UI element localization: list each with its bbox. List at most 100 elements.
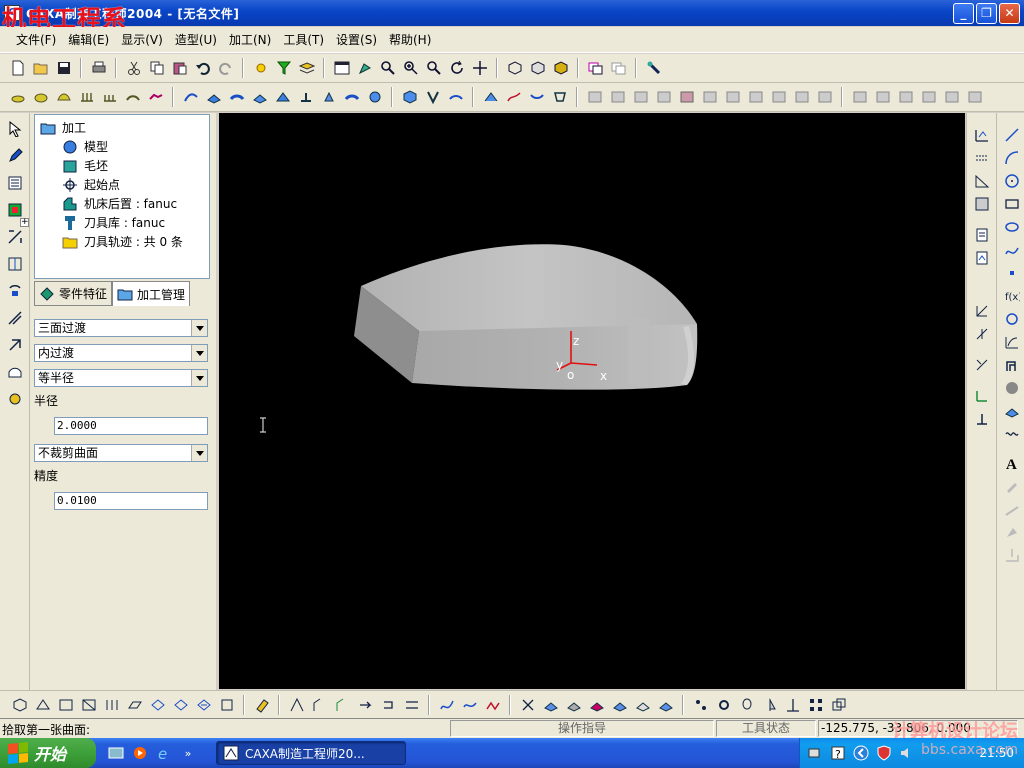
start-button[interactable]: 开始: [0, 738, 96, 768]
offset-curve-icon[interactable]: [1000, 353, 1023, 376]
curve-return-icon[interactable]: [377, 693, 400, 716]
machining-parallel-icon[interactable]: [652, 86, 675, 109]
machining-pencil-icon[interactable]: [721, 86, 744, 109]
view-left-icon[interactable]: [54, 693, 77, 716]
zoom-dynamic-icon[interactable]: [422, 57, 445, 80]
radius-mode-select[interactable]: 等半径: [34, 369, 208, 387]
rotate-transform-icon[interactable]: [3, 333, 26, 356]
text-insert-icon[interactable]: A: [1000, 451, 1023, 474]
menu-help[interactable]: 帮助(H): [383, 31, 437, 48]
restore-button[interactable]: ❐: [976, 3, 997, 24]
machining-simulation-icon[interactable]: [675, 86, 698, 109]
surface-fill-icon[interactable]: [363, 86, 386, 109]
select-arrow-icon[interactable]: [3, 117, 26, 140]
surface-revolve-icon[interactable]: [202, 86, 225, 109]
surface-point-icon[interactable]: [1000, 399, 1023, 422]
open-folder-icon[interactable]: [29, 57, 52, 80]
zoom-window-icon[interactable]: [376, 57, 399, 80]
paste-icon[interactable]: [168, 57, 191, 80]
chevron-down-icon[interactable]: [191, 320, 207, 336]
curve-surface-icon[interactable]: [502, 86, 525, 109]
tree-item-post-processor[interactable]: 机床后置 : fanuc: [38, 194, 206, 213]
plane-xz-icon[interactable]: [169, 693, 192, 716]
plane-switch-icon[interactable]: [192, 693, 215, 716]
trajectory-reverse-icon[interactable]: [940, 86, 963, 109]
scale-icon[interactable]: [3, 306, 26, 329]
curve-join-icon[interactable]: [970, 353, 993, 376]
circle-icon[interactable]: [1000, 169, 1023, 192]
zoom-in-icon[interactable]: [399, 57, 422, 80]
sketch-wave-icon[interactable]: [458, 693, 481, 716]
parameter-icon[interactable]: [3, 171, 26, 194]
sketch-pencil-icon[interactable]: [3, 144, 26, 167]
show-desktop-icon[interactable]: [106, 743, 126, 763]
translate-icon[interactable]: [3, 360, 26, 383]
point-icon[interactable]: [970, 123, 993, 146]
view-top-icon[interactable]: [31, 693, 54, 716]
tree-item-toolpath[interactable]: 刀具轨迹 : 共 0 条: [38, 232, 206, 251]
group-icon[interactable]: [689, 693, 712, 716]
surface-render-icon[interactable]: [562, 693, 585, 716]
formula-curve-icon[interactable]: f(x): [1000, 284, 1023, 307]
rotate-icon[interactable]: [445, 57, 468, 80]
rectangle-icon[interactable]: [1000, 192, 1023, 215]
menu-file[interactable]: 文件(F): [10, 31, 62, 48]
tree-item-stock[interactable]: 毛坯: [38, 156, 206, 175]
mirror-icon[interactable]: [3, 252, 26, 275]
line-tool-icon[interactable]: [970, 146, 993, 169]
minimize-button[interactable]: _: [953, 3, 974, 24]
curve-offset-icon[interactable]: [331, 693, 354, 716]
curve-break-icon[interactable]: [970, 322, 993, 345]
cut-icon[interactable]: [122, 57, 145, 80]
sphere-icon[interactable]: [1000, 376, 1023, 399]
text-tool-icon[interactable]: [970, 223, 993, 246]
save-icon[interactable]: [52, 57, 75, 80]
filter-icon[interactable]: [272, 57, 295, 80]
machining-roughing-icon[interactable]: [583, 86, 606, 109]
trajectory-verify-icon[interactable]: [871, 86, 894, 109]
task-caxa-window[interactable]: CAXA制造工程师20...: [216, 741, 406, 765]
view-front-icon[interactable]: [8, 693, 31, 716]
revolve-icon[interactable]: [29, 86, 52, 109]
surface-section-icon[interactable]: [631, 693, 654, 716]
menu-edit[interactable]: 编辑(E): [62, 31, 115, 48]
internet-explorer-icon[interactable]: e: [154, 743, 174, 763]
layers-stack-icon[interactable]: [827, 693, 850, 716]
redo-icon[interactable]: [214, 57, 237, 80]
settings-gear-icon[interactable]: [712, 693, 735, 716]
curve-swap-icon[interactable]: [400, 693, 423, 716]
trim-mode-select[interactable]: 不裁剪曲面: [34, 444, 208, 462]
disabled-export-icon[interactable]: [1000, 543, 1023, 566]
curve-project-icon[interactable]: [285, 693, 308, 716]
machining-contour-icon[interactable]: [629, 86, 652, 109]
surface-reverse-icon[interactable]: [525, 86, 548, 109]
transform-icon[interactable]: [3, 225, 26, 248]
plane-create-icon[interactable]: [215, 693, 238, 716]
spline-icon[interactable]: [1000, 238, 1023, 261]
app-icon[interactable]: C: [4, 5, 20, 21]
surface-join-icon[interactable]: [340, 86, 363, 109]
machining-drill-icon[interactable]: [744, 86, 767, 109]
tab-part-features[interactable]: 零件特征: [34, 281, 113, 306]
surface-flip-icon[interactable]: [608, 693, 631, 716]
overflow-chevron-icon[interactable]: »: [178, 743, 198, 763]
disabled-dimension-icon[interactable]: [1000, 497, 1023, 520]
split-view-icon[interactable]: [781, 693, 804, 716]
lamp-icon[interactable]: [735, 693, 758, 716]
machining-rest-icon[interactable]: [790, 86, 813, 109]
transition-type-select[interactable]: 三面过渡: [34, 319, 208, 337]
surface-boundary-icon[interactable]: [248, 86, 271, 109]
help-icon[interactable]: ?: [829, 744, 847, 762]
chevron-down-icon[interactable]: [191, 345, 207, 361]
helix-icon[interactable]: [1000, 422, 1023, 445]
conic-icon[interactable]: [1000, 330, 1023, 353]
hidden-line-icon[interactable]: [526, 57, 549, 80]
chevron-down-icon[interactable]: [191, 370, 207, 386]
curve-edit-icon[interactable]: [970, 246, 993, 269]
curve-fillet-icon[interactable]: [970, 384, 993, 407]
network-icon[interactable]: [806, 744, 824, 762]
loft-icon[interactable]: [52, 86, 75, 109]
tree-item-start-point[interactable]: 起始点: [38, 175, 206, 194]
volume-icon[interactable]: [898, 744, 916, 762]
wireframe-icon[interactable]: [503, 57, 526, 80]
